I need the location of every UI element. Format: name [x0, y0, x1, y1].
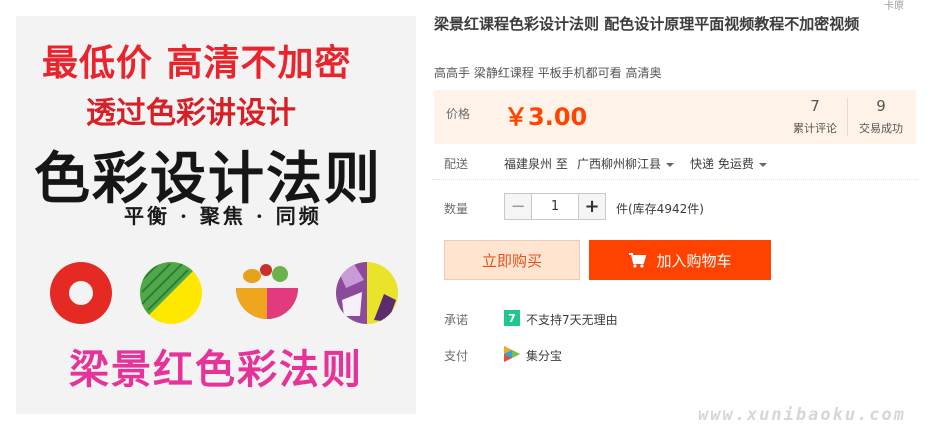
quantity-label: 数量	[444, 202, 469, 216]
cart-icon[interactable]	[628, 252, 647, 268]
add-to-cart-label[interactable]: 加入购物车	[656, 250, 731, 271]
promise-text[interactable]: 不支持7天无理由	[526, 311, 618, 328]
divider	[432, 179, 918, 180]
red-ring-graphic	[50, 262, 112, 324]
shipping-method-select[interactable]: 快递 免运费	[690, 155, 767, 172]
shipping-row: 配送 福建泉州 至 广西柳州柳江县 快递 免运费	[432, 153, 918, 173]
watermark: www.xunibaoku.com	[698, 405, 906, 425]
image-subtitle: 透过色彩讲设计	[86, 96, 296, 131]
product-title: 梁景红课程色彩设计法则 配色设计原理平面视频教程不加密视频	[434, 15, 860, 33]
price-box: 价格 ￥3.00 7 累计评论 9 交易成功	[434, 90, 916, 144]
decrement-button[interactable]: −	[505, 194, 531, 219]
quantity-input[interactable]: 1	[531, 194, 579, 219]
image-tagline: 平衡 · 聚焦 · 同频	[124, 204, 322, 228]
promise-row: 承诺 7 不支持7天无理由	[432, 310, 918, 330]
shipping-method-text[interactable]: 快递 免运费	[690, 157, 754, 171]
purple-yellow-circle-graphic	[336, 262, 398, 324]
reviews-label[interactable]: 累计评论	[785, 120, 845, 136]
payment-row: 支付 集分宝	[432, 346, 918, 366]
stat-divider	[847, 98, 848, 136]
payment-label: 支付	[444, 349, 469, 363]
product-main-image[interactable]: 最低价 高清不加密 透过色彩讲设计 色彩设计法则 平衡 · 聚焦 · 同频 梁景…	[16, 16, 416, 414]
chevron-down-icon[interactable]	[758, 162, 767, 167]
jifenbao-icon	[504, 346, 520, 362]
green-yellow-circle-graphic	[140, 262, 202, 324]
product-subtitle: 高高手 梁静红课程 平板手机都可看 高清奥	[434, 66, 662, 80]
shipping-label: 配送	[444, 157, 469, 171]
seven-day-badge-icon: 7	[504, 310, 520, 326]
promise-label: 承诺	[444, 313, 469, 327]
sales-count: 9	[876, 97, 886, 115]
payment-text[interactable]: 集分宝	[526, 347, 562, 364]
bowl-graphic	[236, 264, 298, 319]
stock-text: 件(库存4942件)	[616, 202, 704, 216]
product-info-panel: 卡原 梁景红课程色彩设计法则 配色设计原理平面视频教程不加密视频 高高手 梁静红…	[432, 0, 918, 430]
promo-headline: 最低价 高清不加密	[42, 42, 352, 84]
shipping-origin: 福建泉州 至	[504, 157, 568, 171]
reviews-count[interactable]: 7	[785, 96, 845, 116]
corner-fragment: 卡原	[884, 1, 904, 12]
color-circles-illustration	[44, 260, 404, 334]
increment-button[interactable]: +	[579, 194, 605, 219]
quantity-stepper[interactable]: − 1 +	[504, 193, 606, 220]
author-banner: 梁景红色彩法则	[69, 345, 363, 393]
quantity-row: 数量 − 1 + 件(库存4942件)	[432, 193, 918, 221]
buy-now-label[interactable]: 立即购买	[482, 250, 542, 271]
price-label: 价格	[446, 107, 471, 121]
price-value: ￥3.00	[504, 103, 588, 131]
add-to-cart-button[interactable]: 加入购物车	[589, 240, 771, 280]
reviews-stat[interactable]: 7 累计评论	[785, 96, 845, 136]
chevron-down-icon[interactable]	[666, 162, 675, 167]
sales-stat: 9 交易成功	[851, 96, 911, 136]
shipping-destination-text[interactable]: 广西柳州柳江县	[577, 157, 661, 171]
buy-now-button[interactable]: 立即购买	[444, 240, 580, 280]
shipping-destination-select[interactable]: 广西柳州柳江县	[577, 155, 675, 172]
sales-label: 交易成功	[859, 122, 903, 135]
